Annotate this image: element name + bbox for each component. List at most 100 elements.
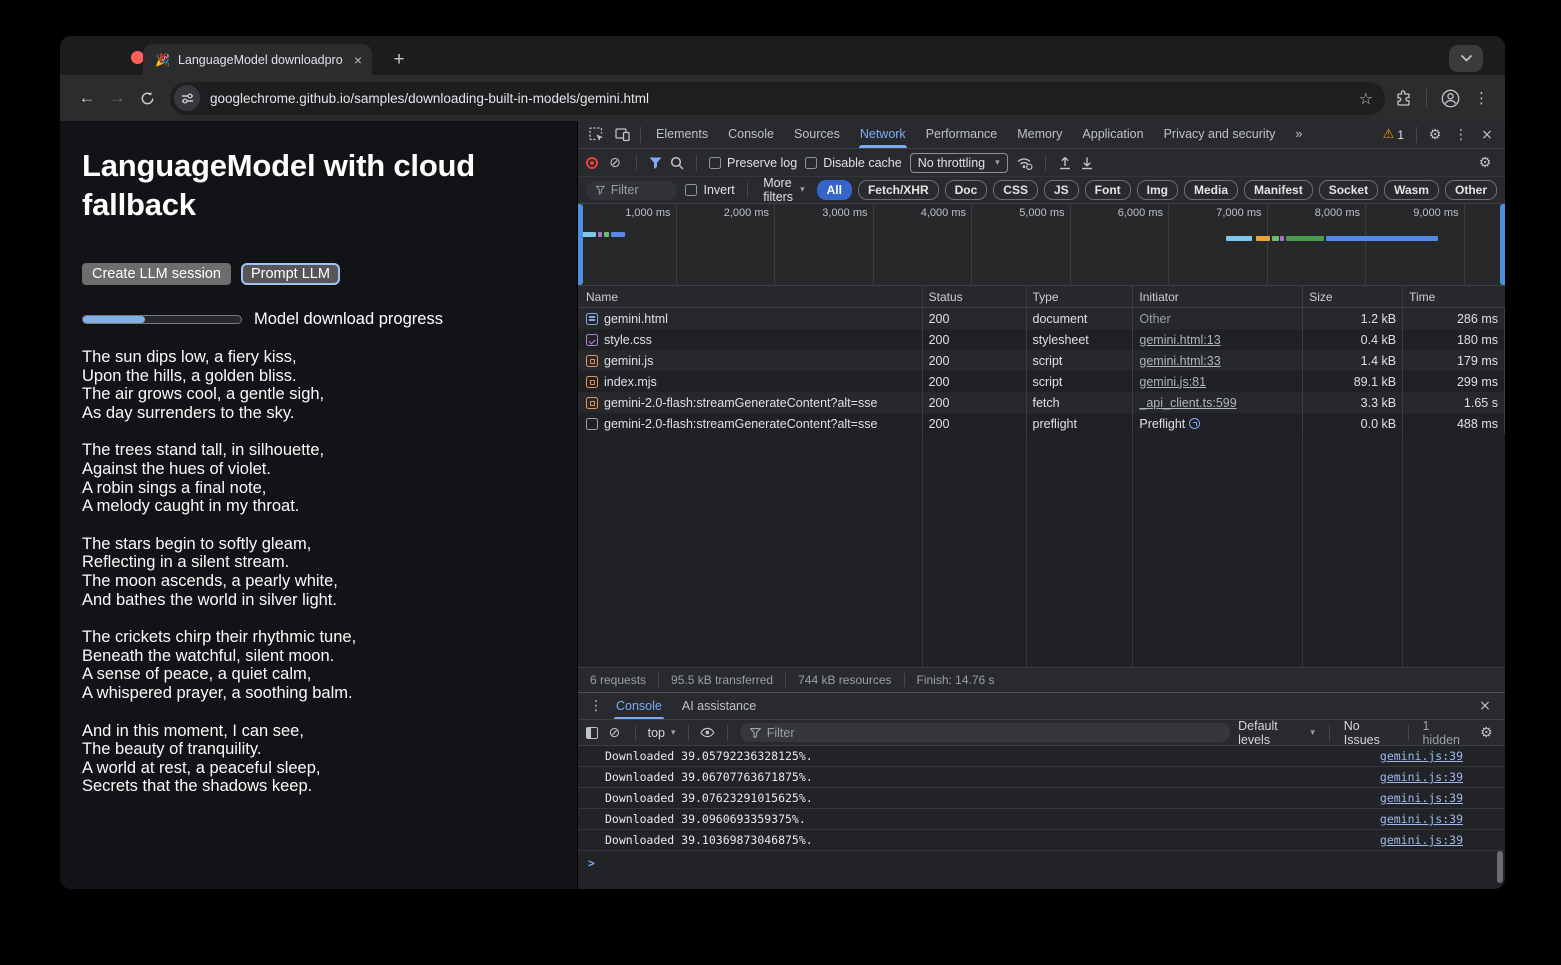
search-icon[interactable] — [670, 156, 684, 170]
default-levels-select[interactable]: Default levels ▾ — [1238, 719, 1315, 747]
console-source-link[interactable]: gemini.js:39 — [1380, 833, 1463, 847]
tab-network[interactable]: Network — [851, 121, 915, 148]
create-llm-session-button[interactable]: Create LLM session — [82, 263, 231, 285]
chip-img[interactable]: Img — [1137, 180, 1178, 200]
disable-cache-checkbox[interactable]: Disable cache — [805, 156, 902, 170]
preserve-log-checkbox[interactable]: Preserve log — [709, 156, 797, 170]
chip-all[interactable]: All — [817, 180, 852, 200]
more-filters-button[interactable]: More filters ▾ — [759, 176, 808, 204]
prompt-llm-button[interactable]: Prompt LLM — [241, 263, 340, 285]
browser-menu-icon[interactable]: ⋮ — [1474, 89, 1489, 107]
initiator-link[interactable]: gemini.html:13 — [1139, 333, 1220, 347]
inspect-element-icon[interactable] — [584, 124, 608, 146]
console-prompt[interactable]: > — [578, 851, 1505, 875]
console-context-select[interactable]: top ▾ — [648, 726, 676, 740]
devtools-close-icon[interactable]: × — [1475, 127, 1499, 143]
console-scrollbar-thumb[interactable] — [1497, 851, 1503, 883]
no-issues-label[interactable]: No Issues — [1344, 719, 1394, 747]
tab-elements[interactable]: Elements — [647, 121, 717, 148]
new-tab-button[interactable]: + — [386, 47, 412, 73]
table-row[interactable]: gemini-2.0-flash:streamGenerateContent?a… — [578, 413, 1505, 434]
console-source-link[interactable]: gemini.js:39 — [1380, 770, 1463, 784]
console-settings-icon[interactable]: ⚙ — [1475, 725, 1497, 741]
initiator-link[interactable]: gemini.js:81 — [1139, 375, 1206, 389]
browser-tab[interactable]: 🎉 LanguageModel downloadpro × — [143, 44, 372, 75]
network-overview-timeline[interactable]: 1,000 ms 2,000 ms 3,000 ms 4,000 ms 5,00… — [578, 204, 1505, 286]
chip-other[interactable]: Other — [1445, 180, 1497, 200]
more-tabs-icon[interactable]: » — [1286, 121, 1311, 148]
chip-media[interactable]: Media — [1184, 180, 1238, 200]
site-settings-button[interactable] — [174, 85, 200, 111]
chip-js[interactable]: JS — [1044, 180, 1079, 200]
column-header-initiator[interactable]: Initiator — [1133, 286, 1303, 307]
table-row[interactable]: index.mjs 200 script gemini.js:81 89.1 k… — [578, 371, 1505, 392]
filter-icon[interactable] — [649, 157, 662, 169]
console-source-link[interactable]: gemini.js:39 — [1380, 812, 1463, 826]
drawer-tab-ai-assistance[interactable]: AI assistance — [672, 693, 766, 719]
table-row[interactable]: gemini.js 200 script gemini.html:33 1.4 … — [578, 350, 1505, 371]
console-source-link[interactable]: gemini.js:39 — [1380, 749, 1463, 763]
export-har-icon[interactable] — [1080, 156, 1094, 170]
chip-socket[interactable]: Socket — [1319, 180, 1378, 200]
tab-application[interactable]: Application — [1073, 121, 1152, 148]
chip-manifest[interactable]: Manifest — [1244, 180, 1313, 200]
console-source-link[interactable]: gemini.js:39 — [1380, 791, 1463, 805]
column-header-type[interactable]: Type — [1027, 286, 1134, 307]
tab-sources[interactable]: Sources — [785, 121, 849, 148]
reload-button[interactable] — [132, 83, 162, 113]
tab-performance[interactable]: Performance — [917, 121, 1007, 148]
extensions-icon[interactable] — [1395, 90, 1412, 107]
chip-font[interactable]: Font — [1085, 180, 1131, 200]
chip-css[interactable]: CSS — [993, 180, 1038, 200]
console-filter-input[interactable] — [767, 726, 1220, 740]
throttling-select[interactable]: No throttling ▾ — [910, 153, 1008, 173]
tab-console[interactable]: Console — [719, 121, 783, 148]
url-text[interactable]: googlechrome.github.io/samples/downloadi… — [210, 91, 1359, 106]
record-network-log-button[interactable] — [586, 157, 598, 169]
column-header-status[interactable]: Status — [923, 286, 1027, 307]
table-row[interactable]: style.css 200 stylesheet gemini.html:13 … — [578, 329, 1505, 350]
column-header-name[interactable]: Name — [578, 286, 923, 307]
initiator-link[interactable]: gemini.html:33 — [1139, 354, 1220, 368]
forward-button[interactable]: → — [102, 83, 132, 113]
devtools-settings-icon[interactable]: ⚙ — [1423, 127, 1447, 143]
invert-checkbox[interactable]: Invert — [685, 183, 734, 197]
console-message[interactable]: Downloaded 39.10369873046875%. gemini.js… — [578, 830, 1505, 851]
chip-wasm[interactable]: Wasm — [1384, 180, 1439, 200]
column-header-time[interactable]: Time — [1403, 286, 1505, 307]
bookmark-star-icon[interactable]: ☆ — [1359, 89, 1373, 108]
overview-handle-right[interactable] — [1500, 204, 1505, 285]
issues-counter[interactable]: ⚠ 1 — [1377, 127, 1410, 142]
console-message[interactable]: Downloaded 39.07623291015625%. gemini.js… — [578, 788, 1505, 809]
chip-fetch-xhr[interactable]: Fetch/XHR — [858, 180, 939, 200]
console-message[interactable]: Downloaded 39.05792236328125%. gemini.js… — [578, 746, 1505, 767]
drawer-close-icon[interactable]: × — [1473, 698, 1497, 714]
console-message[interactable]: Downloaded 39.06707763671875%. gemini.js… — [578, 767, 1505, 788]
drawer-tab-console[interactable]: Console — [606, 693, 672, 719]
chip-doc[interactable]: Doc — [945, 180, 988, 200]
drawer-menu-icon[interactable]: ⋮ — [586, 698, 606, 714]
tab-memory[interactable]: Memory — [1008, 121, 1071, 148]
network-settings-icon[interactable]: ⚙ — [1473, 155, 1497, 171]
network-filter-input[interactable] — [611, 183, 668, 197]
tab-privacy-security[interactable]: Privacy and security — [1155, 121, 1285, 148]
back-button[interactable]: ← — [72, 83, 102, 113]
import-har-icon[interactable] — [1058, 156, 1072, 170]
device-toolbar-icon[interactable] — [610, 124, 634, 146]
address-bar[interactable]: googlechrome.github.io/samples/downloadi… — [170, 82, 1385, 115]
profile-avatar-icon[interactable] — [1441, 89, 1460, 108]
table-row[interactable]: gemini-2.0-flash:streamGenerateContent?a… — [578, 392, 1505, 413]
table-row[interactable]: gemini.html 200 document Other 1.2 kB 28… — [578, 308, 1505, 329]
clear-network-log-icon[interactable]: ⊘ — [606, 155, 624, 171]
preflight-info-icon[interactable] — [1189, 418, 1200, 429]
initiator-link[interactable]: _api_client.ts:599 — [1139, 396, 1236, 410]
tab-search-button[interactable] — [1449, 45, 1483, 72]
devtools-menu-icon[interactable]: ⋮ — [1449, 127, 1473, 143]
live-expression-eye-icon[interactable] — [700, 727, 715, 738]
console-sidebar-icon[interactable] — [586, 727, 598, 739]
column-header-size[interactable]: Size — [1303, 286, 1403, 307]
network-conditions-icon[interactable] — [1016, 156, 1033, 170]
console-message[interactable]: Downloaded 39.0960693359375%. gemini.js:… — [578, 809, 1505, 830]
tab-close-icon[interactable]: × — [352, 53, 364, 67]
clear-console-icon[interactable]: ⊘ — [606, 725, 623, 741]
